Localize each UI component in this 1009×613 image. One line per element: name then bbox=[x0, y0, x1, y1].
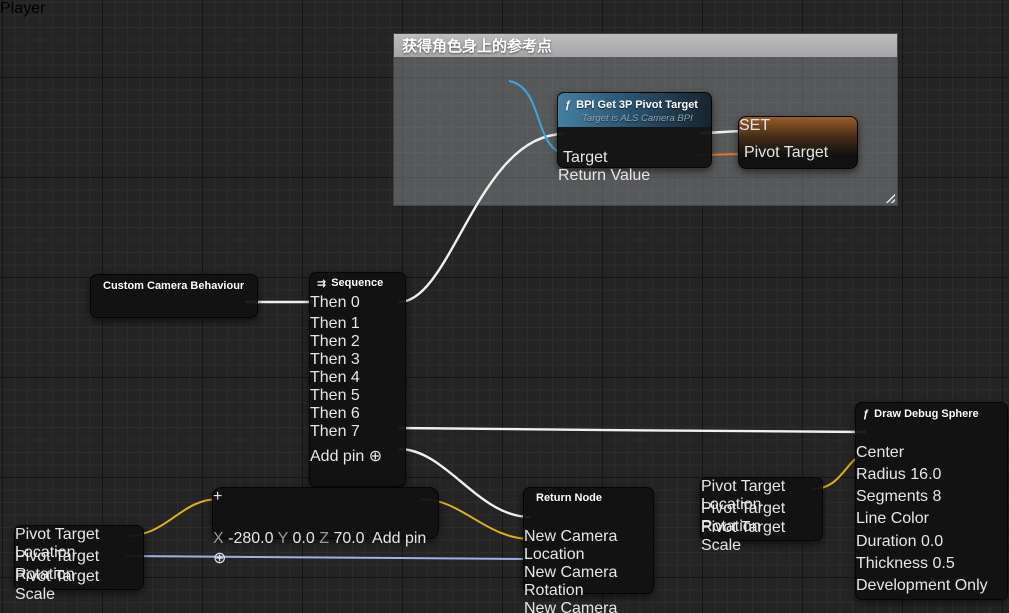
sequence-title: Sequence bbox=[331, 277, 383, 289]
segments-field[interactable]: 8 bbox=[933, 488, 942, 505]
bpi-target-label: Target bbox=[563, 149, 607, 167]
new-camera-fov-label: New Camera FOV bbox=[524, 600, 617, 613]
then-2-label: Then 2 bbox=[310, 333, 360, 350]
custom-camera-title: Custom Camera Behaviour bbox=[103, 280, 244, 292]
z-value-field[interactable]: 70.0 bbox=[333, 530, 364, 547]
bpi-node-title: BPI Get 3P Pivot Target bbox=[576, 99, 698, 111]
function-icon: ƒ bbox=[863, 408, 869, 420]
then-7-label: Then 7 bbox=[310, 423, 360, 440]
center-label: Center bbox=[856, 444, 904, 461]
node-bpi-get-3p-pivot-target[interactable]: ƒ BPI Get 3P Pivot Target Target is ALS … bbox=[557, 92, 712, 168]
vector-add-pin-label: Add pin bbox=[372, 530, 426, 547]
then-4-label: Then 4 bbox=[310, 369, 360, 386]
node-player-get[interactable]: Player bbox=[0, 0, 97, 18]
development-only-label: Development Only bbox=[856, 577, 988, 594]
x-label: X bbox=[213, 530, 224, 547]
duration-field[interactable]: 0.0 bbox=[921, 533, 943, 550]
then-3-label: Then 3 bbox=[310, 351, 360, 368]
node-pivot-target-get-left[interactable]: Pivot Target Location Pivot Target Rotat… bbox=[14, 525, 144, 590]
add-operator-glyph: + bbox=[213, 488, 222, 505]
y-value-field[interactable]: 0.0 bbox=[293, 530, 315, 547]
bpi-node-subtitle: Target is ALS Camera BPI bbox=[582, 113, 704, 124]
vector-add-pin-icon[interactable]: ⊕ bbox=[213, 550, 226, 567]
node-set-pivot-target[interactable]: SET Pivot Target bbox=[738, 116, 858, 169]
development-only-banner: Development Only bbox=[856, 577, 1007, 595]
then-5-label: Then 5 bbox=[310, 387, 360, 404]
bpi-return-value-label: Return Value bbox=[558, 167, 650, 185]
new-camera-location-label: New Camera Location bbox=[524, 528, 617, 563]
node-draw-debug-sphere[interactable]: ƒ Draw Debug Sphere Center Radius 16.0 S… bbox=[855, 402, 1008, 600]
then-0-label: Then 0 bbox=[310, 294, 360, 312]
node-custom-camera-behaviour[interactable]: Custom Camera Behaviour bbox=[90, 274, 258, 318]
node-vector-add[interactable]: + X -280.0 Y 0.0 Z 70.0 Add pin ⊕ bbox=[212, 487, 439, 539]
player-label: Player bbox=[0, 0, 45, 17]
new-camera-rotation-label: New Camera Rotation bbox=[524, 564, 617, 599]
node-pivot-target-get-right[interactable]: Pivot Target Location Pivot Target Rotat… bbox=[700, 477, 823, 541]
return-node-title: Return Node bbox=[536, 492, 602, 504]
sequence-icon: ⇉ bbox=[317, 277, 326, 290]
duration-label: Duration bbox=[856, 533, 916, 550]
draw-debug-title: Draw Debug Sphere bbox=[874, 408, 979, 420]
blueprint-graph: 获得角色身上的参考点 Player ƒ BPI Get 3P Pivot Tar… bbox=[0, 0, 1009, 613]
thickness-label: Thickness bbox=[856, 555, 928, 572]
function-icon: ƒ bbox=[565, 99, 571, 111]
then-1-label: Then 1 bbox=[310, 315, 360, 332]
z-label: Z bbox=[319, 530, 329, 547]
comment-header[interactable]: 获得角色身上的参考点 bbox=[394, 34, 897, 57]
pivot-right-scale-label: Pivot Target Scale bbox=[701, 519, 785, 554]
comment-resize-handle[interactable] bbox=[884, 192, 895, 203]
radius-label: Radius bbox=[856, 466, 906, 483]
set-pivot-target-label: Pivot Target bbox=[744, 144, 828, 162]
node-return[interactable]: Return Node New Camera Location New Came… bbox=[523, 487, 654, 594]
comment-title: 获得角色身上的参考点 bbox=[402, 35, 552, 56]
pivot-left-scale-label: Pivot Target Scale bbox=[15, 568, 99, 603]
y-label: Y bbox=[278, 530, 288, 547]
node-sequence[interactable]: ⇉ Sequence Then 0 Then 1 Then 2 Then 3 T… bbox=[309, 272, 406, 487]
then-6-label: Then 6 bbox=[310, 405, 360, 422]
line-color-label: Line Color bbox=[856, 510, 929, 527]
segments-label: Segments bbox=[856, 488, 928, 505]
x-value-field[interactable]: -280.0 bbox=[228, 530, 273, 547]
thickness-field[interactable]: 0.5 bbox=[932, 555, 954, 572]
set-node-title: SET bbox=[739, 117, 770, 134]
radius-field[interactable]: 16.0 bbox=[910, 466, 941, 483]
sequence-add-pin-label: Add pin bbox=[310, 448, 364, 465]
sequence-add-pin-icon[interactable]: ⊕ bbox=[369, 448, 382, 465]
